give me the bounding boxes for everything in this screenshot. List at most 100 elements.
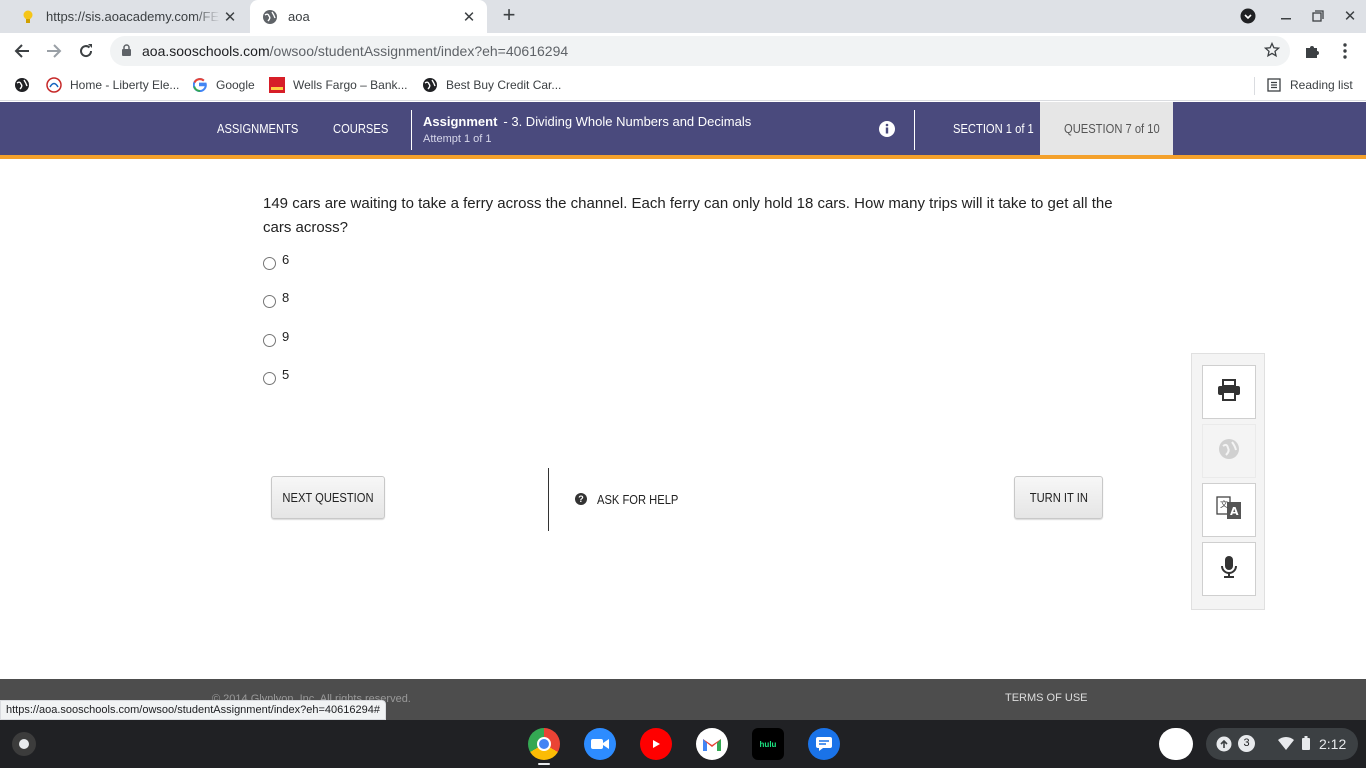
- lightbulb-icon: [20, 9, 36, 25]
- gmail-app-icon[interactable]: [696, 728, 728, 760]
- print-button[interactable]: [1202, 365, 1256, 419]
- assignment-title: Assignment - 3. Dividing Whole Numbers an…: [423, 114, 751, 129]
- close-window-icon[interactable]: ✕: [1340, 6, 1360, 26]
- browser-toolbar: aoa.sooschools.com/owsoo/studentAssignme…: [0, 33, 1366, 69]
- tools-panel: 文A: [1191, 353, 1265, 610]
- radio-button[interactable]: [263, 294, 276, 308]
- bookmark-star-icon[interactable]: [1263, 41, 1281, 63]
- question-circle-icon: ?: [575, 493, 587, 505]
- wifi-icon: [1278, 736, 1294, 755]
- tab-search-icon[interactable]: [1238, 6, 1258, 26]
- upload-icon: [1216, 736, 1232, 757]
- youtube-app-icon[interactable]: [640, 728, 672, 760]
- translate-button[interactable]: 文A: [1202, 483, 1256, 537]
- wells-fargo-logo-icon: [269, 77, 285, 93]
- holding-space-button[interactable]: [1159, 728, 1193, 760]
- minimize-icon[interactable]: [1276, 6, 1296, 26]
- address-bar[interactable]: aoa.sooschools.com/owsoo/studentAssignme…: [110, 36, 1290, 66]
- question-indicator-label: QUESTION 7 of 10: [1064, 121, 1160, 136]
- tab-title: https://sis.aoacademy.com/FED: [46, 9, 220, 24]
- launcher-circle-icon: [19, 739, 29, 749]
- clock-time: 2:12: [1319, 736, 1347, 752]
- svg-text:文: 文: [1220, 499, 1228, 509]
- turn-it-in-button[interactable]: TURN IT IN: [1014, 476, 1103, 519]
- printer-icon: [1217, 378, 1241, 406]
- site-nav: ASSIGNMENTS COURSES Assignment - 3. Divid…: [0, 102, 1366, 159]
- actions-divider: [548, 468, 549, 531]
- attempt-text: Attempt 1 of 1: [423, 133, 492, 145]
- forward-arrow-icon[interactable]: [42, 39, 66, 63]
- close-tab-icon[interactable]: ✕: [220, 7, 240, 27]
- messages-app-icon[interactable]: [808, 728, 840, 760]
- answer-choice[interactable]: 8: [263, 288, 289, 308]
- reading-list-label: Reading list: [1290, 78, 1353, 92]
- ask-for-help-label: ASK FOR HELP: [597, 491, 679, 507]
- notification-count-badge: 3: [1238, 735, 1255, 752]
- link-status-bubble: https://aoa.sooschools.com/owsoo/student…: [0, 700, 386, 720]
- translate-icon: 文A: [1216, 495, 1242, 525]
- reading-list-button[interactable]: Reading list: [1266, 76, 1353, 94]
- tab-aoa[interactable]: aoa ✕: [250, 0, 487, 33]
- bookmark-best-buy[interactable]: Best Buy Credit Car...: [422, 76, 561, 94]
- ask-for-help-link[interactable]: ? ASK FOR HELP: [575, 490, 692, 508]
- choice-label: 6: [282, 251, 290, 267]
- nav-accent-stripe: [0, 155, 1366, 159]
- answer-choice[interactable]: 9: [263, 327, 289, 347]
- nav-divider: [914, 110, 915, 150]
- next-question-button[interactable]: NEXT QUESTION: [271, 476, 385, 519]
- menu-kebab-icon[interactable]: [1333, 39, 1357, 63]
- lock-icon: [121, 44, 132, 62]
- google-logo-icon: [192, 77, 208, 93]
- restore-icon[interactable]: [1308, 6, 1328, 26]
- reading-list-icon: [1266, 77, 1282, 93]
- url-host: aoa.sooschools.com: [142, 43, 270, 59]
- back-arrow-icon[interactable]: [10, 39, 34, 63]
- chrome-app-icon[interactable]: [528, 728, 560, 760]
- radio-button[interactable]: [263, 333, 276, 347]
- battery-icon: [1302, 736, 1310, 755]
- browser-tabstrip: https://sis.aoacademy.com/FED ✕ aoa ✕ + …: [0, 0, 1366, 33]
- radio-button[interactable]: [263, 256, 276, 270]
- close-tab-icon[interactable]: ✕: [459, 7, 479, 27]
- bookmark-liberty[interactable]: Home - Liberty Ele...: [46, 76, 179, 94]
- radio-button[interactable]: [263, 371, 276, 385]
- answer-choice[interactable]: 6: [263, 250, 289, 270]
- bookmark-label: Wells Fargo – Bank...: [293, 78, 408, 92]
- bookmark-label: Google: [216, 78, 255, 92]
- question-indicator[interactable]: QUESTION 7 of 10: [1040, 102, 1173, 159]
- extensions-puzzle-icon[interactable]: [1300, 39, 1324, 63]
- hulu-app-label: hulu: [759, 739, 777, 749]
- bookmark-label: Best Buy Credit Car...: [446, 78, 562, 92]
- status-tray[interactable]: 3 2:12: [1206, 728, 1358, 760]
- hulu-app-icon[interactable]: hulu: [752, 728, 784, 760]
- choice-label: 9: [282, 328, 290, 344]
- bookmarks-divider: [1254, 77, 1255, 95]
- globe-icon: [262, 9, 278, 25]
- nav-divider: [411, 110, 412, 150]
- text-to-speech-button[interactable]: [1202, 542, 1256, 596]
- terms-of-use-link[interactable]: TERMS OF USE: [1005, 692, 1088, 704]
- translate-globe-button[interactable]: [1202, 424, 1256, 478]
- zoom-app-icon[interactable]: [584, 728, 616, 760]
- school-logo-icon: [46, 77, 62, 93]
- info-icon[interactable]: [878, 120, 896, 138]
- tab-sis[interactable]: https://sis.aoacademy.com/FED ✕: [8, 0, 248, 33]
- reload-icon[interactable]: [74, 39, 98, 63]
- launcher-button[interactable]: [12, 732, 36, 756]
- choice-label: 5: [282, 366, 290, 382]
- question-text: 149 cars are waiting to take a ferry acr…: [263, 195, 1113, 236]
- bookmark-wells-fargo[interactable]: Wells Fargo – Bank...: [269, 76, 408, 94]
- new-tab-button[interactable]: +: [498, 4, 520, 27]
- nav-assignments[interactable]: ASSIGNMENTS: [217, 121, 298, 136]
- answer-choice[interactable]: 5: [263, 365, 289, 385]
- bookmark-google[interactable]: Google: [192, 76, 255, 94]
- microphone-icon: [1220, 555, 1238, 584]
- nav-courses[interactable]: COURSES: [333, 121, 388, 136]
- active-app-indicator: [538, 763, 550, 765]
- assignment-name: - 3. Dividing Whole Numbers and Decimals: [503, 114, 752, 129]
- globe-icon: [14, 77, 30, 93]
- next-question-label: NEXT QUESTION: [282, 490, 374, 505]
- tab-title: aoa: [288, 9, 310, 24]
- bookmark-apps[interactable]: [14, 76, 38, 94]
- bookmark-label: Home - Liberty Ele...: [70, 78, 180, 92]
